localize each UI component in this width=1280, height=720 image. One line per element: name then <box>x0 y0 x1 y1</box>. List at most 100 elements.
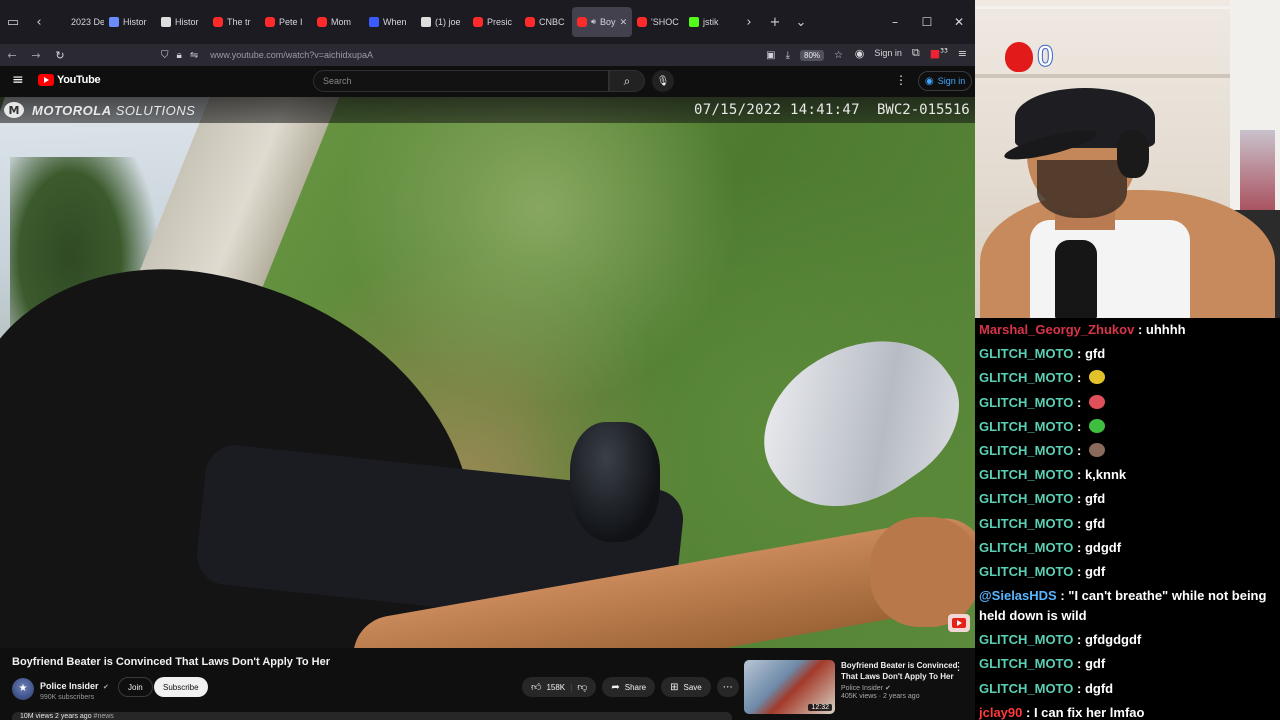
chat-message: GLITCH_MOTO : dgfd <box>979 680 1114 696</box>
tab-5[interactable]: Mom <box>312 7 364 37</box>
tab-overview-icon[interactable]: ▭ <box>0 8 26 36</box>
chat-message: GLITCH_MOTO : gdf <box>979 656 1106 672</box>
audio-playing-icon[interactable]: 🔊︎ <box>591 17 596 27</box>
address-bar[interactable]: ⛉ 🔒︎ ⇋ www.youtube.com/watch?v=aichidxup… <box>155 45 843 65</box>
tab-12[interactable]: jstik <box>684 7 736 37</box>
bookmark-star-icon[interactable]: ☆ <box>834 50 843 61</box>
chat-username[interactable]: GLITCH_MOTO <box>979 656 1073 671</box>
chat-username[interactable]: GLITCH_MOTO <box>979 370 1073 385</box>
save-button[interactable]: ⊞ Save <box>661 677 711 697</box>
extension-badge-icon[interactable]: ■33 <box>930 47 948 60</box>
picture-in-picture-icon[interactable]: ▣ <box>766 50 775 61</box>
tab-2[interactable]: Histor <box>156 7 208 37</box>
channel-watermark-icon[interactable] <box>948 614 970 632</box>
share-button[interactable]: ➦ Share <box>602 677 656 697</box>
url-text[interactable]: www.youtube.com/watch?v=aichidxupaA <box>210 50 373 60</box>
close-tab-icon[interactable]: ✕ <box>620 17 628 28</box>
recommended-channel[interactable]: Police Insider <box>841 685 883 692</box>
subscriber-count: 990K subscribers <box>40 694 95 701</box>
browser-signin-label[interactable]: Sign in <box>874 48 902 58</box>
kick-icon <box>689 17 699 27</box>
zoom-level[interactable]: 80% <box>800 49 825 61</box>
tab-11[interactable]: 'SHOC <box>632 7 684 37</box>
youtube-icon <box>577 17 587 27</box>
download-page-icon[interactable]: ⤓ <box>786 50 790 61</box>
video-details: Boyfriend Beater is Convinced That Laws … <box>0 648 975 720</box>
tab-3[interactable]: The tr <box>208 7 260 37</box>
new-tab-icon[interactable]: + <box>762 8 788 36</box>
tab-6[interactable]: When <box>364 7 416 37</box>
more-options-icon[interactable]: ⋮ <box>895 73 907 87</box>
search-button[interactable]: ⌕ <box>609 70 645 92</box>
thumbs-down-icon[interactable]: 👎︎ <box>577 681 587 693</box>
screen: ▭ ‹ 2023 Dem Histor Histor The tr Pete I Mom W… <box>0 0 1280 720</box>
chat-username[interactable]: GLITCH_MOTO <box>979 443 1073 458</box>
chat-username[interactable]: GLITCH_MOTO <box>979 467 1073 482</box>
extensions-icon[interactable]: ⧉ <box>912 46 920 60</box>
voice-search-button[interactable]: 🎙︎ <box>652 70 674 92</box>
youtube-icon <box>265 17 275 27</box>
like-button[interactable]: 👍︎ 158K | 👎︎ <box>522 677 597 697</box>
back-icon[interactable]: ← <box>0 49 24 62</box>
menu-icon[interactable]: ≡ <box>958 47 967 60</box>
channel-name[interactable]: Police Insider <box>40 681 99 691</box>
youtube-signin-button[interactable]: ◉ Sign in <box>918 71 973 91</box>
tab-label: Presic <box>487 17 513 27</box>
chat-username[interactable]: GLITCH_MOTO <box>979 564 1073 579</box>
tab-4[interactable]: Pete I <box>260 7 312 37</box>
youtube-icon <box>637 17 647 27</box>
tab-list-dropdown-icon[interactable]: ⌄ <box>788 8 814 36</box>
chat-username[interactable]: @SielasHDS <box>979 588 1057 603</box>
forward-icon[interactable]: → <box>24 49 48 62</box>
chat-username[interactable]: GLITCH_MOTO <box>979 632 1073 647</box>
recommended-video[interactable]: 12:32 Boyfriend Beater is Convinced That… <box>744 660 972 716</box>
tab-scroll-left-icon[interactable]: ‹ <box>26 8 52 36</box>
tab-0[interactable]: 2023 Dem <box>52 7 104 37</box>
permissions-icon[interactable]: ⇋ <box>190 50 198 61</box>
join-button[interactable]: Join <box>118 677 153 697</box>
tab-1[interactable]: Histor <box>104 7 156 37</box>
subscribe-button[interactable]: Subscribe <box>154 677 208 697</box>
chat-username[interactable]: GLITCH_MOTO <box>979 346 1073 361</box>
minimize-icon[interactable]: – <box>879 15 911 29</box>
close-window-icon[interactable]: ✕ <box>943 15 975 29</box>
recommended-title[interactable]: Boyfriend Beater is Convinced That Laws … <box>841 660 959 682</box>
share-icon: ➦ <box>611 681 620 693</box>
tab-8[interactable]: Presic <box>468 7 520 37</box>
video-title: Boyfriend Beater is Convinced That Laws … <box>12 656 330 668</box>
youtube-header: ≡ YouTube Search ⌕ 🎙︎ ⋮ ◉ Sign in <box>0 66 975 96</box>
chat-username[interactable]: Marshal_Georgy_Zhukov <box>979 322 1134 337</box>
chat-username[interactable]: GLITCH_MOTO <box>979 681 1073 696</box>
tab-10[interactable]: 🔊︎ Boy ✕ <box>572 7 632 37</box>
shield-icon[interactable]: ⛉ <box>161 50 169 61</box>
search-input[interactable]: Search <box>313 70 609 92</box>
account-icon[interactable]: ◉ <box>855 47 865 60</box>
chat-message: GLITCH_MOTO : k,knnk <box>979 467 1127 483</box>
recommended-more-icon[interactable]: ⋮ <box>953 660 964 673</box>
chat-username[interactable]: jclay90 <box>979 705 1022 720</box>
maximize-icon[interactable]: ☐ <box>911 15 943 29</box>
reload-icon[interactable]: ↻ <box>48 49 72 62</box>
tab-7[interactable]: (1) joe <box>416 7 468 37</box>
video-description-box[interactable]: 10M views 2 years ago #news <box>12 712 732 720</box>
more-actions-button[interactable]: ⋯ <box>716 677 739 697</box>
video-player[interactable]: M MOTOROLA SOLUTIONS 07/15/2022 14:41:47… <box>0 97 975 648</box>
recommended-thumbnail[interactable]: 12:32 <box>744 660 835 714</box>
chat-text: gfdgdgdf <box>1084 632 1142 648</box>
tab-scroll-right-icon[interactable]: › <box>736 8 762 36</box>
tab-9[interactable]: CNBC <box>520 7 572 37</box>
chat-username[interactable]: GLITCH_MOTO <box>979 491 1073 506</box>
chat-username[interactable]: GLITCH_MOTO <box>979 540 1073 555</box>
globe-icon <box>109 17 119 27</box>
chat-username[interactable]: GLITCH_MOTO <box>979 516 1073 531</box>
tab-label: (1) joe <box>435 17 461 27</box>
lock-icon[interactable]: 🔒︎ <box>177 50 182 61</box>
youtube-logo[interactable]: YouTube <box>38 74 101 86</box>
chat-emote-icon <box>1088 370 1105 385</box>
chat-message: GLITCH_MOTO : gfd <box>979 491 1106 507</box>
chat-username[interactable]: GLITCH_MOTO <box>979 419 1073 434</box>
chat-message: GLITCH_MOTO : <box>979 366 1280 390</box>
channel-avatar[interactable]: ★ <box>12 677 34 700</box>
hamburger-menu-icon[interactable]: ≡ <box>12 72 24 88</box>
chat-username[interactable]: GLITCH_MOTO <box>979 395 1073 410</box>
